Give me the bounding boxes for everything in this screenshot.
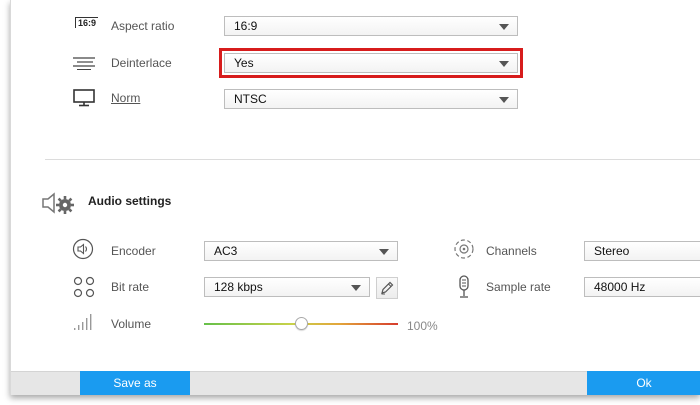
bit-rate-label: Bit rate: [111, 280, 150, 294]
aspect-ratio-select[interactable]: 16:9: [224, 16, 518, 36]
highlight-box: [219, 48, 523, 78]
encoder-select[interactable]: AC3: [204, 241, 398, 261]
deinterlace-icon: [73, 57, 95, 70]
save-as-button[interactable]: Save as: [80, 371, 190, 395]
norm-link[interactable]: Norm: [111, 91, 140, 105]
microphone-icon: [459, 275, 469, 298]
volume-label: Volume: [111, 317, 152, 331]
ok-button[interactable]: Ok: [587, 371, 700, 395]
audio-settings-title: Audio settings: [88, 194, 172, 208]
chevron-down-icon: [351, 285, 361, 291]
encoder-label: Encoder: [111, 244, 156, 258]
bit-rate-select[interactable]: 128 kbps: [204, 277, 370, 297]
sample-rate-label: Sample rate: [486, 280, 551, 294]
monitor-icon: [73, 89, 95, 107]
section-divider: [45, 159, 700, 160]
channels-icon: [454, 239, 474, 259]
aspect-ratio-label: Aspect ratio: [111, 19, 175, 33]
chevron-down-icon: [379, 249, 389, 255]
norm-select[interactable]: NTSC: [224, 89, 518, 109]
deinterlace-label: Deinterlace: [111, 56, 172, 70]
channels-label: Channels: [486, 244, 537, 258]
sample-rate-value: 48000 Hz: [594, 280, 646, 294]
bit-rate-icon: [73, 276, 95, 298]
chevron-down-icon: [499, 24, 509, 30]
chevron-down-icon: [499, 97, 509, 103]
audio-settings-icon: [42, 192, 74, 214]
pencil-icon: [381, 281, 394, 295]
encoder-value: AC3: [214, 244, 238, 258]
volume-bars-icon: [74, 314, 92, 330]
sample-rate-select[interactable]: 48000 Hz: [584, 277, 700, 297]
settings-dialog: 16:9 Aspect ratio 16:9 Deinterlace Yes N…: [10, 0, 700, 395]
volume-slider-thumb[interactable]: [294, 317, 308, 330]
aspect-ratio-icon: 16:9: [75, 17, 99, 28]
edit-bit-rate-button[interactable]: [376, 277, 398, 299]
channels-value: Stereo: [594, 244, 630, 258]
aspect-ratio-value: 16:9: [234, 19, 258, 33]
channels-select[interactable]: Stereo: [584, 241, 700, 261]
bit-rate-value: 128 kbps: [214, 280, 263, 294]
norm-value: NTSC: [234, 92, 267, 106]
volume-value: 100%: [407, 319, 438, 333]
speaker-icon: [72, 238, 94, 260]
